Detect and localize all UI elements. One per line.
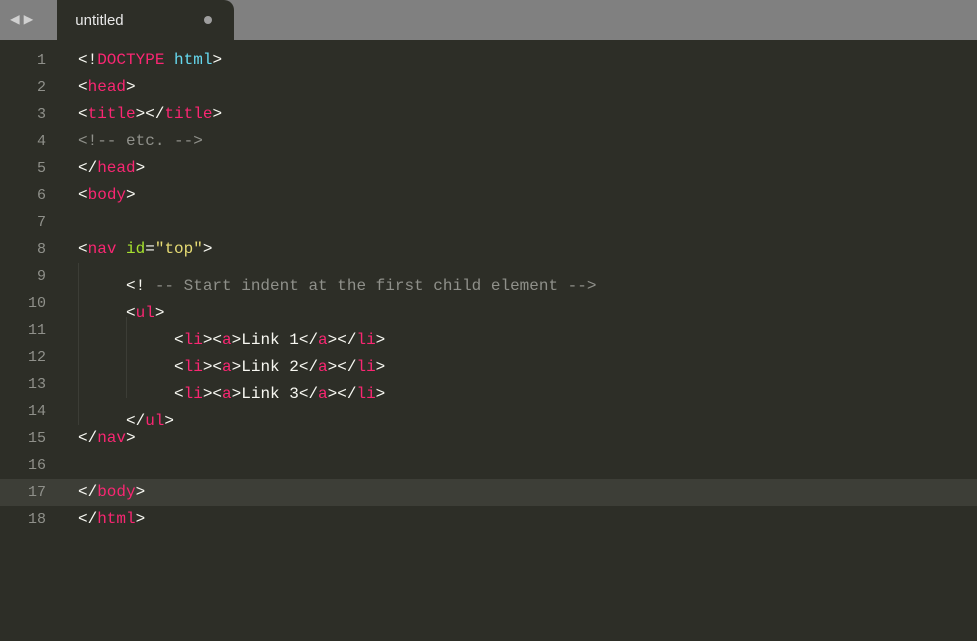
code-line[interactable]: <body> bbox=[78, 182, 977, 209]
token-tag: nav bbox=[97, 429, 126, 447]
token-punc: < bbox=[78, 240, 88, 258]
token-punc: > bbox=[126, 78, 136, 96]
token-punc: </ bbox=[78, 429, 97, 447]
code-line[interactable]: <!-- etc. --> bbox=[78, 128, 977, 155]
file-tab[interactable]: untitled bbox=[57, 0, 233, 40]
code-line[interactable]: <nav id="top"> bbox=[78, 236, 977, 263]
indent-guide bbox=[78, 398, 126, 425]
line-number: 11 bbox=[0, 317, 60, 344]
code-line[interactable] bbox=[78, 452, 977, 479]
token-punc: </ bbox=[78, 159, 97, 177]
token-punc: </ bbox=[78, 483, 97, 501]
token-comment: <!-- etc. --> bbox=[78, 132, 203, 150]
code-line[interactable] bbox=[78, 209, 977, 236]
code-line[interactable]: <li><a>Link 1</a></li> bbox=[78, 317, 977, 344]
nav-arrows: ◀ ▶ bbox=[0, 12, 43, 28]
token-tag: title bbox=[88, 105, 136, 123]
token-punc bbox=[164, 51, 174, 69]
line-number: 8 bbox=[0, 236, 60, 263]
line-number-gutter: 123456789101112131415161718 bbox=[0, 40, 60, 641]
line-number: 2 bbox=[0, 74, 60, 101]
line-number: 3 bbox=[0, 101, 60, 128]
code-line[interactable]: <head> bbox=[78, 74, 977, 101]
code-line[interactable]: </head> bbox=[78, 155, 977, 182]
indent-guide bbox=[78, 317, 126, 344]
token-punc: </ bbox=[78, 510, 97, 528]
line-number: 7 bbox=[0, 209, 60, 236]
line-number: 18 bbox=[0, 506, 60, 533]
indent-guide bbox=[78, 371, 126, 398]
indent-guide bbox=[78, 290, 126, 317]
token-punc: < bbox=[78, 105, 88, 123]
token-punc bbox=[116, 240, 126, 258]
token-doctype-val: html bbox=[174, 51, 212, 69]
token-punc: > bbox=[136, 510, 146, 528]
token-tag: head bbox=[97, 159, 135, 177]
line-number: 1 bbox=[0, 47, 60, 74]
back-arrow-icon[interactable]: ◀ bbox=[10, 12, 20, 28]
token-doctype-kw: DOCTYPE bbox=[97, 51, 164, 69]
line-number: 16 bbox=[0, 452, 60, 479]
line-number: 9 bbox=[0, 263, 60, 290]
line-number: 14 bbox=[0, 398, 60, 425]
token-tag: nav bbox=[88, 240, 117, 258]
token-punc: > bbox=[212, 105, 222, 123]
code-line[interactable]: </ul> bbox=[78, 398, 977, 425]
token-punc: > bbox=[212, 51, 222, 69]
token-attr-val: "top" bbox=[155, 240, 203, 258]
token-punc: < bbox=[78, 78, 88, 96]
code-line[interactable]: <li><a>Link 3</a></li> bbox=[78, 371, 977, 398]
indent-guide bbox=[78, 263, 126, 290]
window-header: ◀ ▶ untitled bbox=[0, 0, 977, 40]
token-tag: title bbox=[164, 105, 212, 123]
code-line[interactable]: <! -- Start indent at the first child el… bbox=[78, 263, 977, 290]
line-number: 12 bbox=[0, 344, 60, 371]
code-line[interactable]: <li><a>Link 2</a></li> bbox=[78, 344, 977, 371]
code-line[interactable]: <ul> bbox=[78, 290, 977, 317]
token-attr-name: id bbox=[126, 240, 145, 258]
line-number: 17 bbox=[0, 479, 60, 506]
tab-title: untitled bbox=[75, 12, 123, 29]
token-punc: > bbox=[136, 159, 146, 177]
token-punc: < bbox=[78, 186, 88, 204]
token-punc: > bbox=[136, 483, 146, 501]
token-punc: > bbox=[203, 240, 213, 258]
token-tag: html bbox=[97, 510, 135, 528]
line-number: 5 bbox=[0, 155, 60, 182]
code-content[interactable]: <!DOCTYPE html><head><title></title><!--… bbox=[60, 40, 977, 641]
line-number: 6 bbox=[0, 182, 60, 209]
code-line[interactable]: </nav> bbox=[78, 425, 977, 452]
indent-guide bbox=[126, 344, 174, 371]
unsaved-indicator-icon bbox=[204, 16, 212, 24]
line-number: 4 bbox=[0, 128, 60, 155]
token-punc: ></ bbox=[136, 105, 165, 123]
token-tag: body bbox=[88, 186, 126, 204]
code-line[interactable]: </html> bbox=[78, 506, 977, 533]
indent-guide bbox=[126, 317, 174, 344]
token-punc: > bbox=[126, 429, 136, 447]
line-number: 15 bbox=[0, 425, 60, 452]
token-punc: <! bbox=[78, 51, 97, 69]
code-line[interactable]: </body> bbox=[78, 479, 977, 506]
token-tag: body bbox=[97, 483, 135, 501]
code-line[interactable]: <title></title> bbox=[78, 101, 977, 128]
token-punc: > bbox=[126, 186, 136, 204]
editor-area[interactable]: 123456789101112131415161718 <!DOCTYPE ht… bbox=[0, 40, 977, 641]
forward-arrow-icon[interactable]: ▶ bbox=[24, 12, 34, 28]
indent-guide bbox=[126, 371, 174, 398]
token-tag: head bbox=[88, 78, 126, 96]
line-number: 13 bbox=[0, 371, 60, 398]
code-line[interactable]: <!DOCTYPE html> bbox=[78, 47, 977, 74]
token-punc: = bbox=[145, 240, 155, 258]
line-number: 10 bbox=[0, 290, 60, 317]
indent-guide bbox=[78, 344, 126, 371]
